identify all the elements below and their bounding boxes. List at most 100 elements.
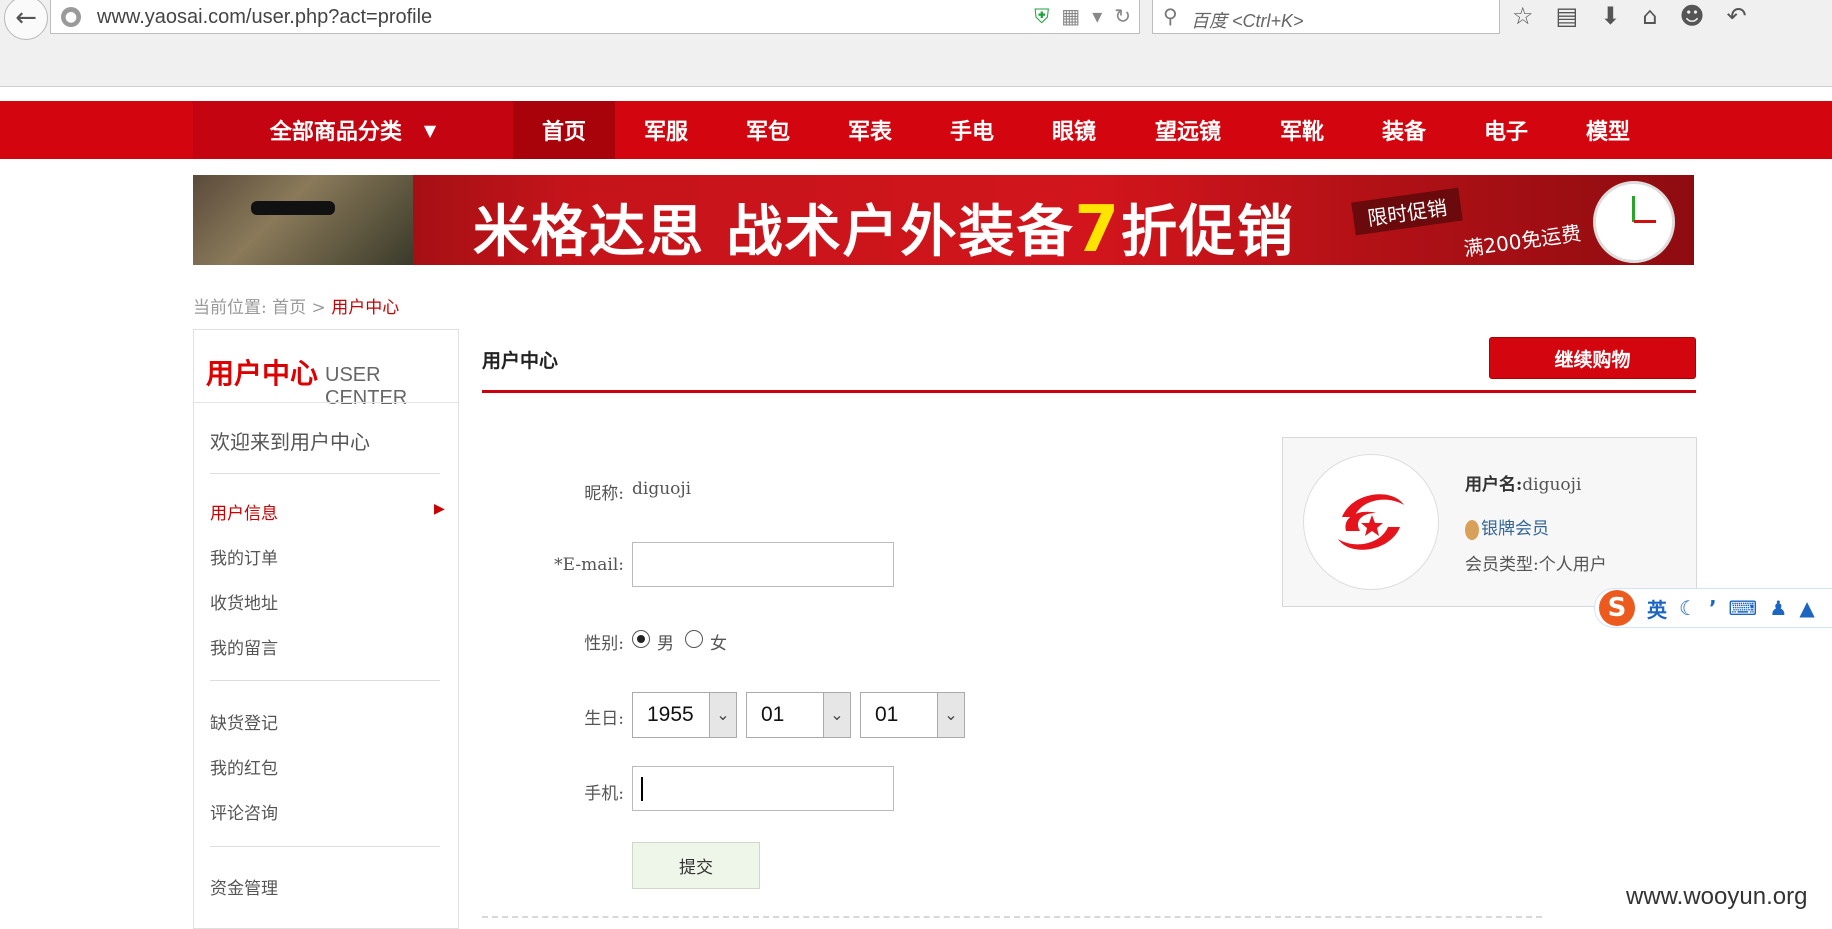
nav-item-uniform[interactable]: 军服: [615, 101, 717, 159]
gender-label: 性别:: [584, 634, 624, 654]
banner-headline-after: 折促销: [1121, 200, 1296, 265]
chevron-down-icon: ⌄: [709, 693, 736, 737]
page-title: 用户中心: [482, 350, 559, 372]
sidebar-item-orders[interactable]: 我的订单: [210, 544, 278, 569]
continue-shopping-button[interactable]: 继续购物: [1489, 337, 1696, 379]
main-nav: 全部商品分类 ▼ 首页 军服 军包 军表 手电 眼镜 望远镜 军靴 装备 电子 …: [0, 101, 1832, 159]
caret-down-icon: ▼: [423, 120, 437, 140]
nav-item-electronics[interactable]: 电子: [1455, 101, 1557, 159]
card-level-row: 银牌会员: [1465, 514, 1549, 540]
banner-discount-number: 7: [1074, 193, 1122, 265]
banner-limited-tag: 限时促销: [1351, 187, 1463, 236]
promo-banner[interactable]: 米格达思 战术户外装备7折促销 限时促销 满200免运费: [193, 175, 1694, 265]
download-icon[interactable]: ⬇: [1600, 2, 1620, 30]
gender-male-label: 男: [657, 634, 674, 654]
user-icon[interactable]: ♟: [1769, 596, 1787, 620]
sidebar-item-profile[interactable]: 用户信息: [210, 499, 278, 524]
breadcrumb-current: 用户中心: [331, 298, 400, 318]
back-arrow-icon[interactable]: ←: [4, 0, 48, 40]
caret-right-icon: ▶: [434, 501, 445, 517]
nickname-label: 昵称:: [584, 484, 624, 504]
address-bar[interactable]: ● www.yaosai.com/user.php?act=profile ⛨ …: [50, 0, 1140, 34]
sidebar-item-messages[interactable]: 我的留言: [210, 634, 278, 659]
chat-icon[interactable]: ☻: [1680, 2, 1705, 30]
birth-year-select[interactable]: 1955 ⌄: [632, 692, 737, 738]
all-categories-menu[interactable]: 全部商品分类 ▼: [193, 101, 513, 159]
sidebar-divider: [210, 680, 440, 681]
sidebar-welcome: 欢迎来到用户中心: [210, 430, 370, 454]
nav-item-equipment[interactable]: 装备: [1353, 101, 1455, 159]
punctuation-icon[interactable]: ’: [1709, 596, 1717, 620]
banner-headline: 米格达思 战术户外装备7折促销: [473, 187, 1295, 265]
title-underline: [482, 390, 1696, 393]
chevron-down-icon: ⌄: [937, 693, 964, 737]
gender-female-radio[interactable]: [685, 630, 703, 648]
home-icon[interactable]: ⌂: [1642, 2, 1657, 30]
nav-item-flashlight[interactable]: 手电: [921, 101, 1023, 159]
soldier-image: [193, 175, 413, 265]
ime-toolbar[interactable]: S 英 ☾ ’ ⌨ ♟ ▲: [1594, 588, 1832, 628]
nav-item-watch[interactable]: 军表: [819, 101, 921, 159]
member-level-link[interactable]: 银牌会员: [1481, 519, 1549, 539]
text-cursor: [641, 777, 643, 801]
sidebar-divider: [194, 402, 458, 403]
card-type-row: 会员类型:个人用户: [1465, 550, 1607, 575]
undo-icon[interactable]: ↶: [1727, 2, 1747, 30]
breadcrumb: 当前位置: 首页 > 用户中心: [193, 293, 399, 318]
dropdown-arrow-icon[interactable]: ▾: [1092, 4, 1102, 28]
search-icon: ⚲: [1163, 4, 1178, 28]
shirt-icon[interactable]: ▲: [1799, 596, 1814, 620]
nav-item-boots[interactable]: 军靴: [1251, 101, 1353, 159]
user-info-card: 用户名:diguoji 银牌会员 会员类型:个人用户: [1282, 437, 1697, 607]
breadcrumb-prefix: 当前位置:: [193, 298, 267, 318]
breadcrumb-home-link[interactable]: 首页: [272, 298, 306, 318]
sidebar-item-comments[interactable]: 评论咨询: [210, 799, 278, 824]
search-box[interactable]: ⚲ 百度 <Ctrl+K>: [1152, 0, 1500, 34]
avatar: [1303, 454, 1439, 590]
member-type-label: 会员类型:: [1465, 555, 1539, 575]
sidebar-item-funds[interactable]: 资金管理: [210, 874, 278, 899]
birth-day-select[interactable]: 01 ⌄: [860, 692, 965, 738]
url-text[interactable]: www.yaosai.com/user.php?act=profile: [97, 6, 432, 29]
nav-item-bag[interactable]: 军包: [717, 101, 819, 159]
moon-icon[interactable]: ☾: [1679, 596, 1697, 620]
keyboard-icon[interactable]: ⌨: [1729, 596, 1758, 620]
username-label: 用户名:: [1465, 475, 1523, 495]
reload-icon[interactable]: ↻: [1114, 4, 1131, 28]
dashed-divider: [482, 916, 1542, 918]
qr-code-icon[interactable]: ▦: [1061, 4, 1080, 28]
sidebar-divider: [210, 473, 440, 474]
search-placeholder: 百度 <Ctrl+K>: [1191, 11, 1304, 31]
sidebar-item-stockout[interactable]: 缺货登记: [210, 709, 278, 734]
banner-headline-before: 米格达思 战术户外装备: [473, 200, 1075, 265]
ime-language-toggle[interactable]: 英: [1647, 594, 1667, 623]
gender-male-radio[interactable]: [632, 630, 650, 648]
nav-item-telescope[interactable]: 望远镜: [1125, 101, 1251, 159]
sidebar-divider: [210, 846, 440, 847]
shield-icon[interactable]: ⛨: [1034, 4, 1049, 28]
birth-year-value: 1955: [647, 703, 694, 726]
sidebar-item-redpacket[interactable]: 我的红包: [210, 754, 278, 779]
submit-button[interactable]: 提交: [632, 842, 760, 889]
site-logo-icon: [1338, 494, 1404, 550]
bookmark-star-icon[interactable]: ☆: [1512, 2, 1534, 30]
watermark: www.wooyun.org: [1626, 883, 1808, 910]
member-type-value: 个人用户: [1538, 555, 1607, 575]
phone-field[interactable]: [632, 766, 894, 811]
card-username-row: 用户名:diguoji: [1465, 470, 1581, 495]
birthday-label: 生日:: [584, 709, 624, 729]
sogou-logo-icon[interactable]: S: [1599, 590, 1635, 626]
reading-list-icon[interactable]: ▤: [1556, 2, 1579, 30]
clock-icon: [1593, 181, 1675, 263]
birth-month-select[interactable]: 01 ⌄: [746, 692, 851, 738]
nav-item-glasses[interactable]: 眼镜: [1023, 101, 1125, 159]
browser-toolbar: ← ● www.yaosai.com/user.php?act=profile …: [0, 0, 1832, 87]
nickname-value: diguoji: [632, 479, 692, 499]
sidebar-item-address[interactable]: 收货地址: [210, 589, 278, 614]
banner-shipping-tag: 满200免运费: [1462, 220, 1583, 262]
nav-item-home[interactable]: 首页: [513, 101, 615, 159]
email-field[interactable]: [632, 542, 894, 587]
birth-day-value: 01: [875, 703, 899, 726]
phone-label: 手机:: [584, 784, 624, 804]
nav-item-models[interactable]: 模型: [1557, 101, 1659, 159]
